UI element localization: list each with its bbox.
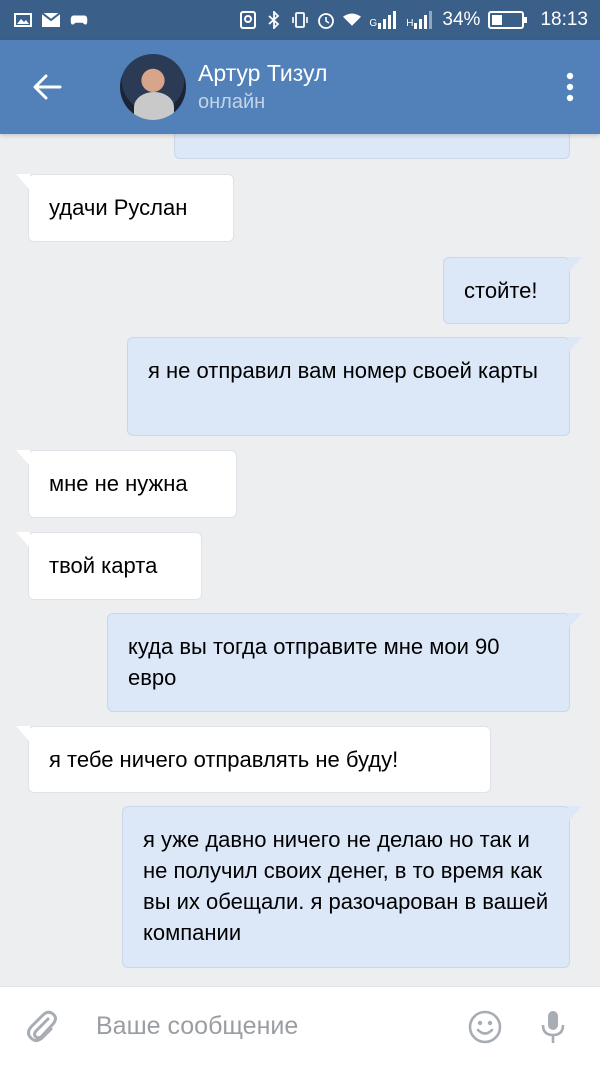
alarm-icon bbox=[317, 12, 335, 29]
signal-icon bbox=[414, 11, 433, 29]
chat-header: Артур Тизул онлайн bbox=[0, 40, 600, 134]
signal-icon bbox=[378, 11, 397, 29]
contact-name: Артур Тизул bbox=[198, 60, 328, 86]
back-button[interactable] bbox=[0, 40, 94, 134]
bluetooth-icon bbox=[265, 11, 283, 29]
mail-icon bbox=[42, 12, 60, 28]
message-text: стойте! bbox=[464, 278, 538, 303]
signal-2-label: H bbox=[406, 18, 414, 29]
message-bubble-outgoing[interactable]: стойте! bbox=[443, 257, 582, 324]
signal-2: H bbox=[406, 11, 434, 29]
voice-message-button[interactable] bbox=[526, 987, 580, 1066]
microphone-icon bbox=[541, 1010, 565, 1043]
battery-fill bbox=[492, 15, 502, 25]
notification-icons bbox=[14, 12, 88, 28]
location-icon bbox=[239, 11, 257, 29]
avatar[interactable] bbox=[120, 54, 186, 120]
message-bubble-incoming[interactable]: я тебе ничего отправлять не буду! bbox=[16, 726, 491, 793]
paperclip-icon bbox=[27, 1010, 57, 1042]
message-bubble-outgoing[interactable]: куда вы тогда отправите мне мои 90 евро bbox=[107, 613, 582, 712]
message-bubble-incoming[interactable]: твой карта bbox=[16, 532, 202, 600]
emoji-button[interactable] bbox=[458, 987, 512, 1066]
message-text: я не отправил вам номер своей карты bbox=[148, 358, 538, 383]
system-icons: G H 34% 18:13 bbox=[239, 9, 588, 31]
vibrate-icon bbox=[291, 12, 309, 28]
signal-1-label: G bbox=[369, 18, 378, 29]
clock: 18:13 bbox=[540, 9, 588, 30]
message-text: я уже давно ничего не делаю но так и не … bbox=[143, 827, 549, 945]
message-text: мне не нужна bbox=[49, 471, 188, 496]
attach-button[interactable] bbox=[0, 987, 84, 1066]
message-text: я тебе ничего отправлять не буду! bbox=[49, 747, 399, 772]
message-input[interactable] bbox=[84, 1012, 458, 1041]
more-vertical-icon bbox=[566, 72, 574, 102]
contact-status: онлайн bbox=[198, 91, 266, 113]
message-text: куда вы тогда отправите мне мои 90 евро bbox=[128, 634, 500, 690]
message-list[interactable]: удачи Руслан стойте! я не отправил вам н… bbox=[0, 134, 600, 986]
message-bubble-outgoing[interactable]: я не отправил вам номер своей карты bbox=[127, 337, 582, 436]
battery-percent: 34% bbox=[442, 9, 481, 30]
message-bubble-incoming[interactable]: удачи Руслан bbox=[16, 174, 234, 242]
more-menu-button[interactable] bbox=[540, 40, 600, 134]
gallery-icon bbox=[14, 12, 32, 28]
message-text: удачи Руслан bbox=[49, 195, 188, 220]
message-composer bbox=[0, 986, 600, 1066]
battery-icon bbox=[488, 11, 528, 29]
contact-info[interactable]: Артур Тизул онлайн bbox=[198, 58, 327, 116]
message-bubble-outgoing[interactable] bbox=[174, 134, 570, 159]
arrow-left-icon bbox=[33, 74, 62, 100]
gamepad-icon bbox=[70, 12, 88, 28]
signal-1: G bbox=[369, 11, 398, 29]
message-text: твой карта bbox=[49, 553, 158, 578]
status-bar: G H 34% 18:13 bbox=[0, 0, 600, 40]
message-bubble-incoming[interactable]: мне не нужна bbox=[16, 450, 237, 518]
message-bubble-outgoing[interactable]: я уже давно ничего не делаю но так и не … bbox=[122, 806, 582, 968]
smile-icon bbox=[468, 1010, 502, 1043]
wifi-icon bbox=[343, 12, 362, 28]
